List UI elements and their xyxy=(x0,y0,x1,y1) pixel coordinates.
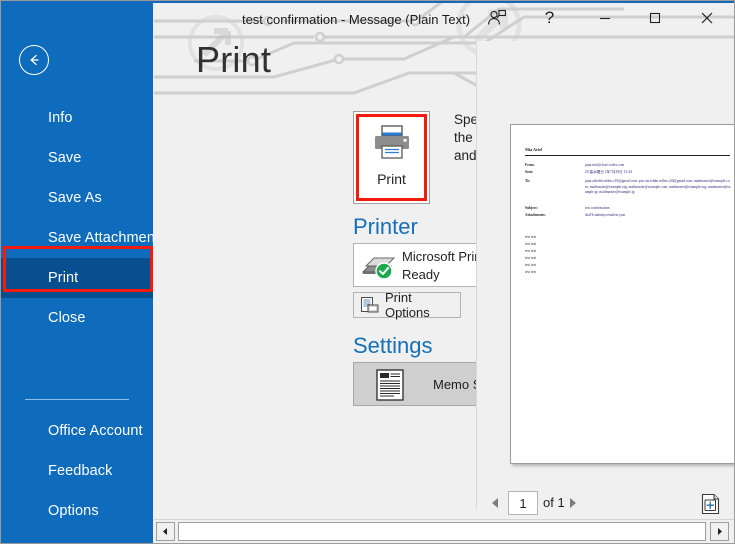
title-bar: test confirmation - Message (Plain Text)… xyxy=(154,3,734,39)
preview-body-line: test text xyxy=(525,242,537,246)
minimize-button[interactable] xyxy=(582,3,627,33)
outlook-backstage-print-window: Info Save Save As Save Attachments Print… xyxy=(0,0,735,544)
scroll-left-button[interactable] xyxy=(156,522,175,541)
backstage-nav-bottom: Office Account Feedback Options xyxy=(1,411,153,531)
preview-field-label: Subject: xyxy=(525,206,538,210)
sidebar-item-feedback[interactable]: Feedback xyxy=(1,451,153,491)
sidebar-item-close[interactable]: Close xyxy=(1,298,153,338)
preview-body-line: test text xyxy=(525,235,537,239)
printer-icon xyxy=(375,125,409,159)
scrollbar-track[interactable] xyxy=(178,522,706,541)
close-button[interactable] xyxy=(684,3,729,33)
close-icon xyxy=(701,12,712,24)
print-preview-pane: Mia Ariel From: pina.test@close-codes.co… xyxy=(477,41,734,485)
backstage-main: test confirmation - Message (Plain Text)… xyxy=(154,3,734,543)
minimize-icon xyxy=(599,17,610,20)
sidebar-divider xyxy=(25,399,129,400)
account-button[interactable] xyxy=(474,3,519,33)
printer-section-heading: Printer xyxy=(353,214,418,239)
maximize-icon xyxy=(649,12,660,24)
scroll-right-icon xyxy=(718,528,722,535)
printer-small-icon xyxy=(362,257,396,279)
preview-body-line: test text xyxy=(525,263,537,267)
sidebar-item-save-attachments[interactable]: Save Attachments xyxy=(1,218,166,258)
backstage-nav: Info Save Save As Save Attachments Print… xyxy=(1,98,166,338)
preview-field-value: pina.test@close-codes.com xyxy=(585,163,625,167)
preview-field-label: Attachments: xyxy=(525,213,546,217)
page-title: Print xyxy=(196,39,272,80)
preview-body-line: test text xyxy=(525,256,537,260)
preview-field-value: test confirmation xyxy=(585,206,610,210)
help-button[interactable]: ? xyxy=(527,3,572,33)
preview-field-label: Sent: xyxy=(525,170,533,174)
sidebar-item-office-account[interactable]: Office Account xyxy=(1,411,153,451)
help-icon: ? xyxy=(544,8,555,27)
back-button[interactable] xyxy=(19,45,49,75)
printer-status: Ready xyxy=(402,267,440,282)
back-arrow-icon xyxy=(30,54,39,66)
sidebar-item-save-as[interactable]: Save As xyxy=(1,178,153,218)
preview-field-label: To: xyxy=(525,179,531,183)
horizontal-scrollbar[interactable] xyxy=(154,519,734,543)
memo-style-icon xyxy=(376,369,404,401)
preview-heading: Mia Ariel xyxy=(525,147,543,152)
print-options-button[interactable]: Print Options xyxy=(353,290,461,320)
sidebar-item-print[interactable]: Print xyxy=(1,258,153,298)
page-number-input[interactable] xyxy=(508,491,538,515)
print-options-icon xyxy=(360,296,379,312)
sidebar-item-options[interactable]: Options xyxy=(1,491,153,531)
window-title: test confirmation - Message (Plain Text) xyxy=(241,12,471,27)
preview-field-value: 20 高水曜日 1年7月29日 13:44 xyxy=(585,170,632,174)
backstage-sidebar: Info Save Save As Save Attachments Print… xyxy=(1,3,166,543)
person-card-icon xyxy=(487,9,506,25)
scroll-left-icon xyxy=(163,528,167,535)
preview-body-line: test text xyxy=(525,249,537,253)
settings-section-heading: Settings xyxy=(353,333,433,358)
zoom-to-page-icon xyxy=(701,493,720,515)
print-button-label: Print xyxy=(377,171,406,187)
print-button[interactable] xyxy=(353,111,430,204)
maximize-button[interactable] xyxy=(632,3,677,33)
preview-field-value: pina.cakeldcontltes.r18@gmail.com; pin.c… xyxy=(585,179,731,195)
print-options-label: Print Options xyxy=(384,290,430,320)
sidebar-item-save[interactable]: Save xyxy=(1,138,153,178)
scroll-right-button[interactable] xyxy=(710,522,729,541)
page-count-label: of 1 xyxy=(543,495,565,510)
preview-field-label: From: xyxy=(525,163,535,167)
preview-body-line: test text xyxy=(525,270,537,274)
sidebar-item-info[interactable]: Info xyxy=(1,98,153,138)
preview-field-value: shaTb unknity.resultest.json xyxy=(585,213,626,217)
preview-page[interactable]: Mia Ariel From: pina.test@close-codes.co… xyxy=(510,124,734,464)
previous-page-button[interactable] xyxy=(492,498,498,508)
zoom-to-page-button[interactable] xyxy=(700,492,722,521)
next-page-button[interactable] xyxy=(570,498,576,508)
preview-rule xyxy=(525,155,730,156)
